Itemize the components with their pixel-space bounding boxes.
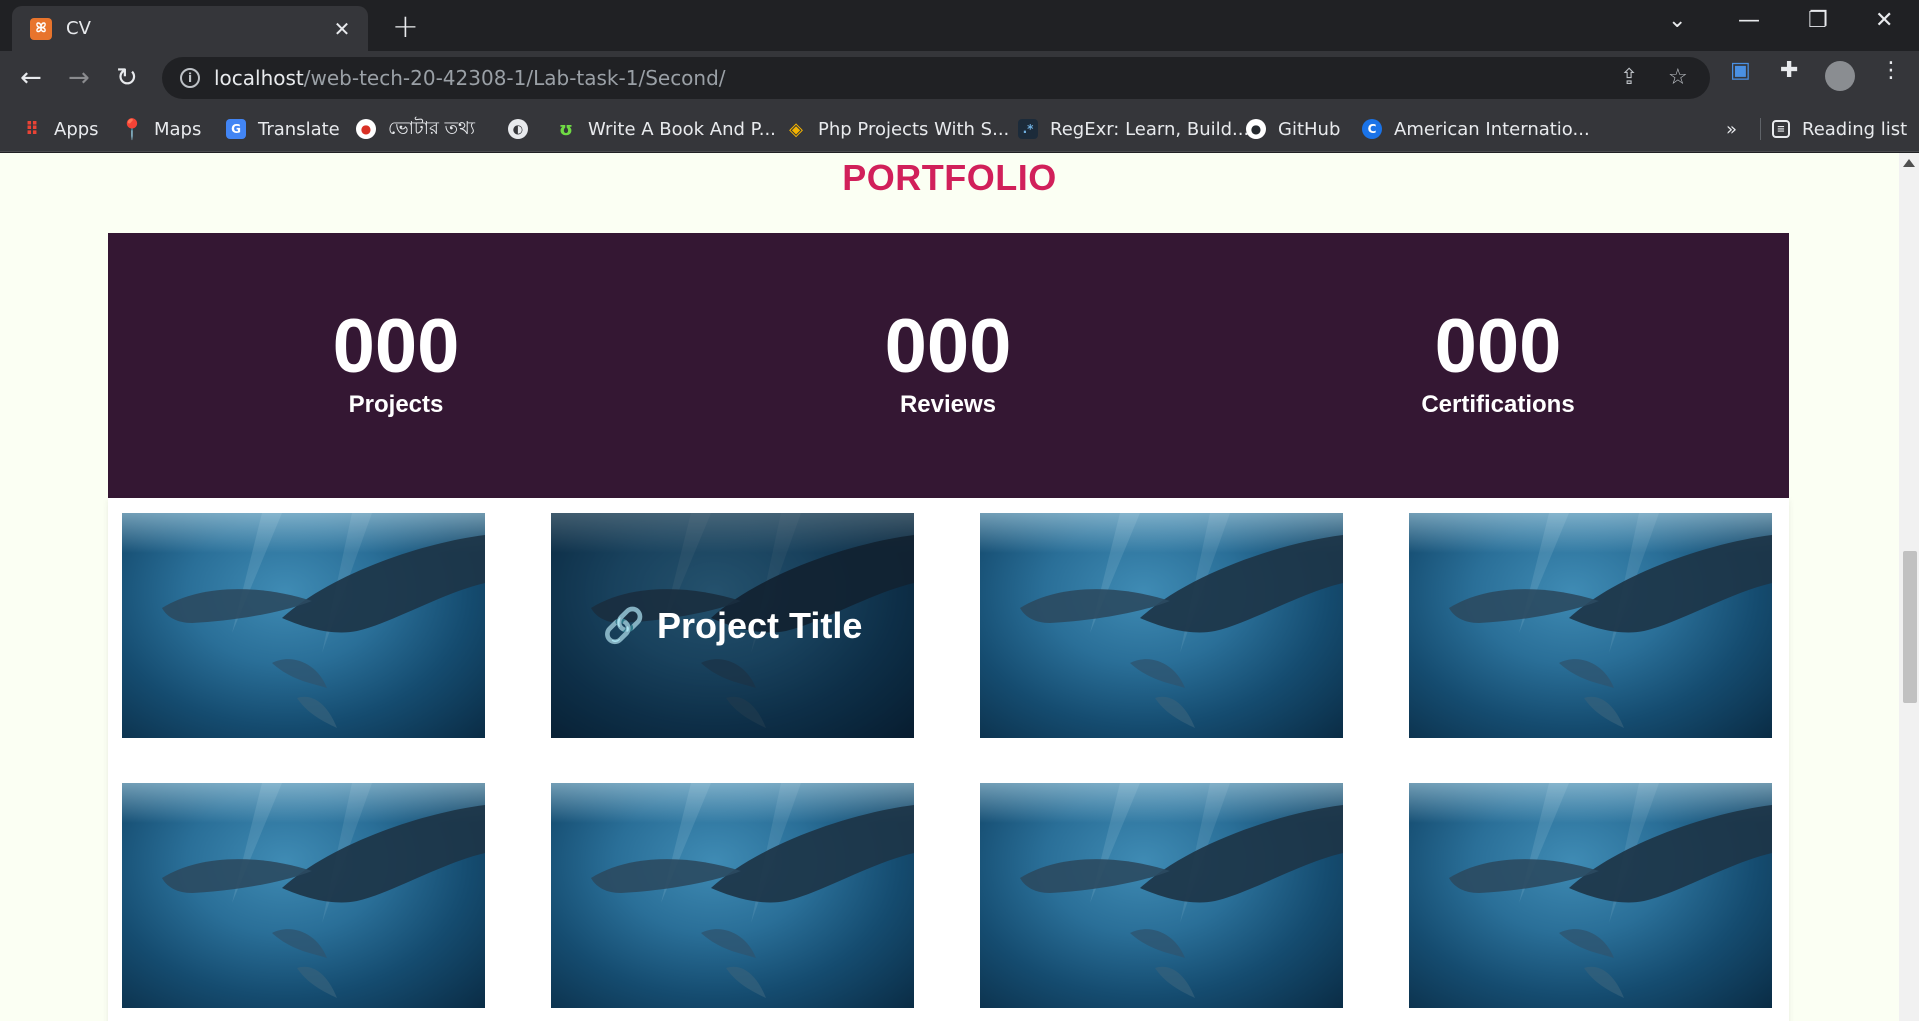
- bookmark-maps[interactable]: 📍 Maps: [119, 106, 202, 152]
- screen-capture-extension-icon[interactable]: ▣: [1730, 58, 1751, 83]
- link-icon: 🔗: [602, 606, 645, 645]
- close-tab-icon[interactable]: ✕: [330, 17, 354, 41]
- dolphin-image: [980, 513, 1343, 728]
- maps-pin-icon: 📍: [119, 117, 145, 141]
- portfolio-card[interactable]: [980, 783, 1343, 1008]
- bookmark-translate[interactable]: G Translate: [226, 106, 340, 152]
- dolphin-image: [1409, 513, 1772, 728]
- portfolio-card[interactable]: [1409, 783, 1772, 1008]
- tab-search-chevron-icon[interactable]: ⌄: [1668, 8, 1686, 33]
- bookmark-github[interactable]: ● GitHub: [1246, 106, 1340, 152]
- stat-projects: 000 Projects: [246, 304, 546, 419]
- stat-reviews: 000 Reviews: [798, 304, 1098, 419]
- scroll-up-arrow-icon[interactable]: [1903, 159, 1915, 167]
- stat-certifications: 000 Certifications: [1348, 304, 1648, 419]
- minimize-button[interactable]: —: [1738, 8, 1760, 33]
- page-viewport: PORTFOLIO 000 Projects 000 Reviews 000 C…: [0, 153, 1919, 1021]
- url-text[interactable]: localhost/web-tech-20-42308-1/Lab-task-1…: [214, 66, 726, 90]
- extensions-puzzle-icon[interactable]: ✚: [1780, 58, 1798, 83]
- reading-list-icon: ≡: [1772, 120, 1790, 138]
- portfolio-card[interactable]: [122, 783, 485, 1008]
- scrollbar-thumb[interactable]: [1903, 551, 1917, 703]
- new-tab-button[interactable]: +: [392, 10, 419, 42]
- stat-label: Projects: [348, 391, 444, 418]
- php-projects-icon: ◈: [789, 118, 803, 140]
- bookmark-write-a-book[interactable]: ʊ Write A Book And P...: [556, 106, 776, 152]
- stats-banner: 000 Projects 000 Reviews 000 Certificati…: [108, 233, 1789, 498]
- translate-icon: G: [226, 119, 246, 139]
- bookmark-apps[interactable]: ⠿ Apps: [22, 106, 99, 152]
- forward-arrow-icon[interactable]: →: [68, 63, 90, 93]
- project-title: Project Title: [656, 604, 863, 646]
- browser-titlebar: ꕤ CV ✕ + ⌄ — ❐ ✕: [0, 0, 1919, 51]
- bookmark-regexr[interactable]: .* RegExr: Learn, Build...: [1018, 106, 1249, 152]
- address-bar[interactable]: i localhost/web-tech-20-42308-1/Lab-task…: [162, 57, 1710, 99]
- stat-label: Certifications: [1421, 391, 1575, 418]
- dolphin-image: [1409, 783, 1772, 998]
- election-commission-icon: ●: [356, 119, 376, 139]
- stat-number: 000: [332, 304, 460, 389]
- portfolio-card[interactable]: [551, 783, 914, 1008]
- bookmark-globe[interactable]: ◐: [508, 106, 540, 152]
- bookmarks-divider: [1760, 118, 1761, 140]
- apps-grid-icon: ⠿: [24, 118, 40, 140]
- stat-label: Reviews: [899, 391, 997, 418]
- bookmark-voter-info[interactable]: ● ভোটার তথ্য: [356, 106, 475, 152]
- browser-toolbar: ← → ↻ i localhost/web-tech-20-42308-1/La…: [0, 51, 1919, 106]
- portfolio-card[interactable]: [1409, 513, 1772, 738]
- portfolio-card[interactable]: [980, 513, 1343, 738]
- site-info-icon[interactable]: i: [180, 68, 200, 88]
- dolphin-image: [980, 783, 1343, 998]
- close-window-button[interactable]: ✕: [1875, 8, 1893, 33]
- restore-button[interactable]: ❐: [1808, 8, 1828, 33]
- project-hover-overlay[interactable]: 🔗 Project Title: [551, 513, 914, 738]
- menu-kebab-icon[interactable]: ⋮: [1880, 58, 1902, 83]
- portfolio-card[interactable]: [122, 513, 485, 738]
- globe-icon: ◐: [508, 119, 528, 139]
- portfolio-heading: PORTFOLIO: [842, 157, 1057, 198]
- browser-tab-cv[interactable]: ꕤ CV ✕: [12, 6, 368, 51]
- reading-list-button[interactable]: ≡ Reading list: [1772, 106, 1907, 152]
- back-arrow-icon[interactable]: ←: [20, 63, 42, 93]
- aiub-icon: C: [1362, 119, 1382, 139]
- portfolio-card[interactable]: 🔗 Project Title: [551, 513, 914, 738]
- dolphin-image: [551, 783, 914, 998]
- dolphin-image: [122, 513, 485, 728]
- portfolio-gallery: 🔗 Project Title: [108, 498, 1789, 1021]
- reload-icon[interactable]: ↻: [116, 63, 138, 93]
- stat-number: 000: [1434, 304, 1562, 389]
- bookmarks-overflow-button[interactable]: »: [1726, 106, 1737, 152]
- profile-avatar[interactable]: [1825, 61, 1855, 91]
- bookmark-star-icon[interactable]: ☆: [1668, 65, 1688, 90]
- share-icon[interactable]: ⇪: [1620, 65, 1638, 90]
- stat-number: 000: [884, 304, 1012, 389]
- regexr-icon: .*: [1018, 119, 1038, 139]
- bookmarks-bar: ⠿ Apps 📍 Maps G Translate ● ভোটার তথ্য ◐…: [0, 106, 1919, 152]
- dolphin-image: [122, 783, 485, 998]
- bookmark-american-international[interactable]: C American Internatio...: [1362, 106, 1590, 152]
- tab-title: CV: [66, 18, 91, 39]
- github-icon: ●: [1246, 119, 1266, 139]
- xampp-icon: ꕤ: [30, 17, 52, 40]
- bookmark-php-projects[interactable]: ◈ Php Projects With S...: [786, 106, 1009, 152]
- upwork-icon: ʊ: [559, 118, 573, 140]
- page-scrollbar[interactable]: [1899, 153, 1919, 1021]
